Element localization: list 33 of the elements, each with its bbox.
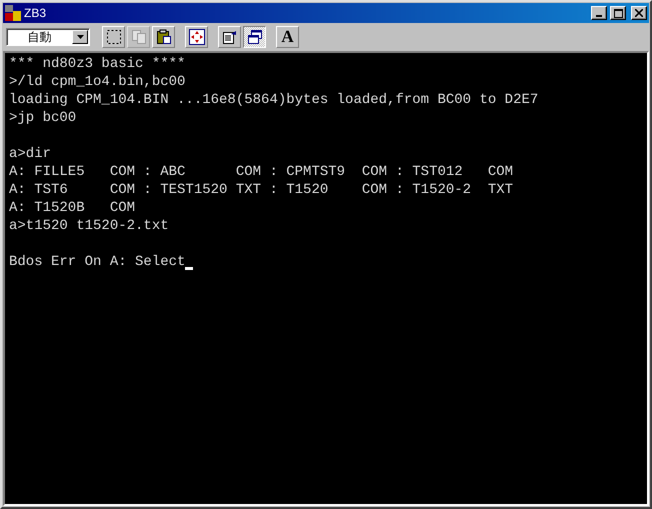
terminal-line: a>t1520 t1520-2.txt bbox=[9, 217, 169, 235]
select-button[interactable] bbox=[102, 26, 125, 48]
properties-icon bbox=[222, 29, 238, 45]
close-icon bbox=[635, 9, 643, 17]
mode-value: 自動 bbox=[26, 28, 52, 46]
terminal-line: a>dir bbox=[9, 145, 52, 163]
terminal-line: A: TST6 COM : TEST1520 TXT : T1520 COM : T1520-2 TXT bbox=[9, 181, 514, 199]
mode-dropdown[interactable]: 自動 bbox=[6, 28, 90, 46]
paste-icon bbox=[156, 29, 172, 45]
window-icon bbox=[246, 29, 262, 45]
terminal-line: *** nd80z3 basic **** bbox=[9, 55, 186, 73]
close-button[interactable] bbox=[631, 6, 647, 20]
font-button[interactable]: A bbox=[276, 26, 299, 48]
window-title: ZB3 bbox=[24, 6, 48, 20]
window-button[interactable] bbox=[243, 26, 266, 48]
dropdown-button[interactable] bbox=[72, 30, 88, 44]
terminal-line: >jp bc00 bbox=[9, 109, 76, 127]
selection-icon bbox=[106, 29, 122, 45]
terminal-line: A: FILLE5 COM : ABC COM : CPMTST9 COM : TST012 COM bbox=[9, 163, 514, 181]
move-icon bbox=[188, 29, 204, 45]
terminal-line: A: T1520B COM bbox=[9, 199, 136, 217]
maximize-icon bbox=[614, 8, 622, 18]
terminal-line: Bdos Err On A: Select bbox=[9, 253, 186, 271]
move-button[interactable] bbox=[185, 26, 208, 48]
caret-icon bbox=[76, 35, 84, 39]
copy-icon bbox=[130, 29, 146, 45]
terminal-line: loading CPM_104.BIN ...16e8(5864)bytes loaded,from BC00 to D2E7 bbox=[9, 91, 538, 109]
properties-button[interactable] bbox=[218, 26, 241, 48]
ms-dos-icon bbox=[5, 5, 21, 21]
minimize-button[interactable] bbox=[591, 6, 607, 20]
terminal-line: >/ld cpm_1o4.bin,bc00 bbox=[9, 73, 186, 91]
maximize-button[interactable] bbox=[610, 6, 626, 20]
paste-button[interactable] bbox=[152, 26, 175, 48]
